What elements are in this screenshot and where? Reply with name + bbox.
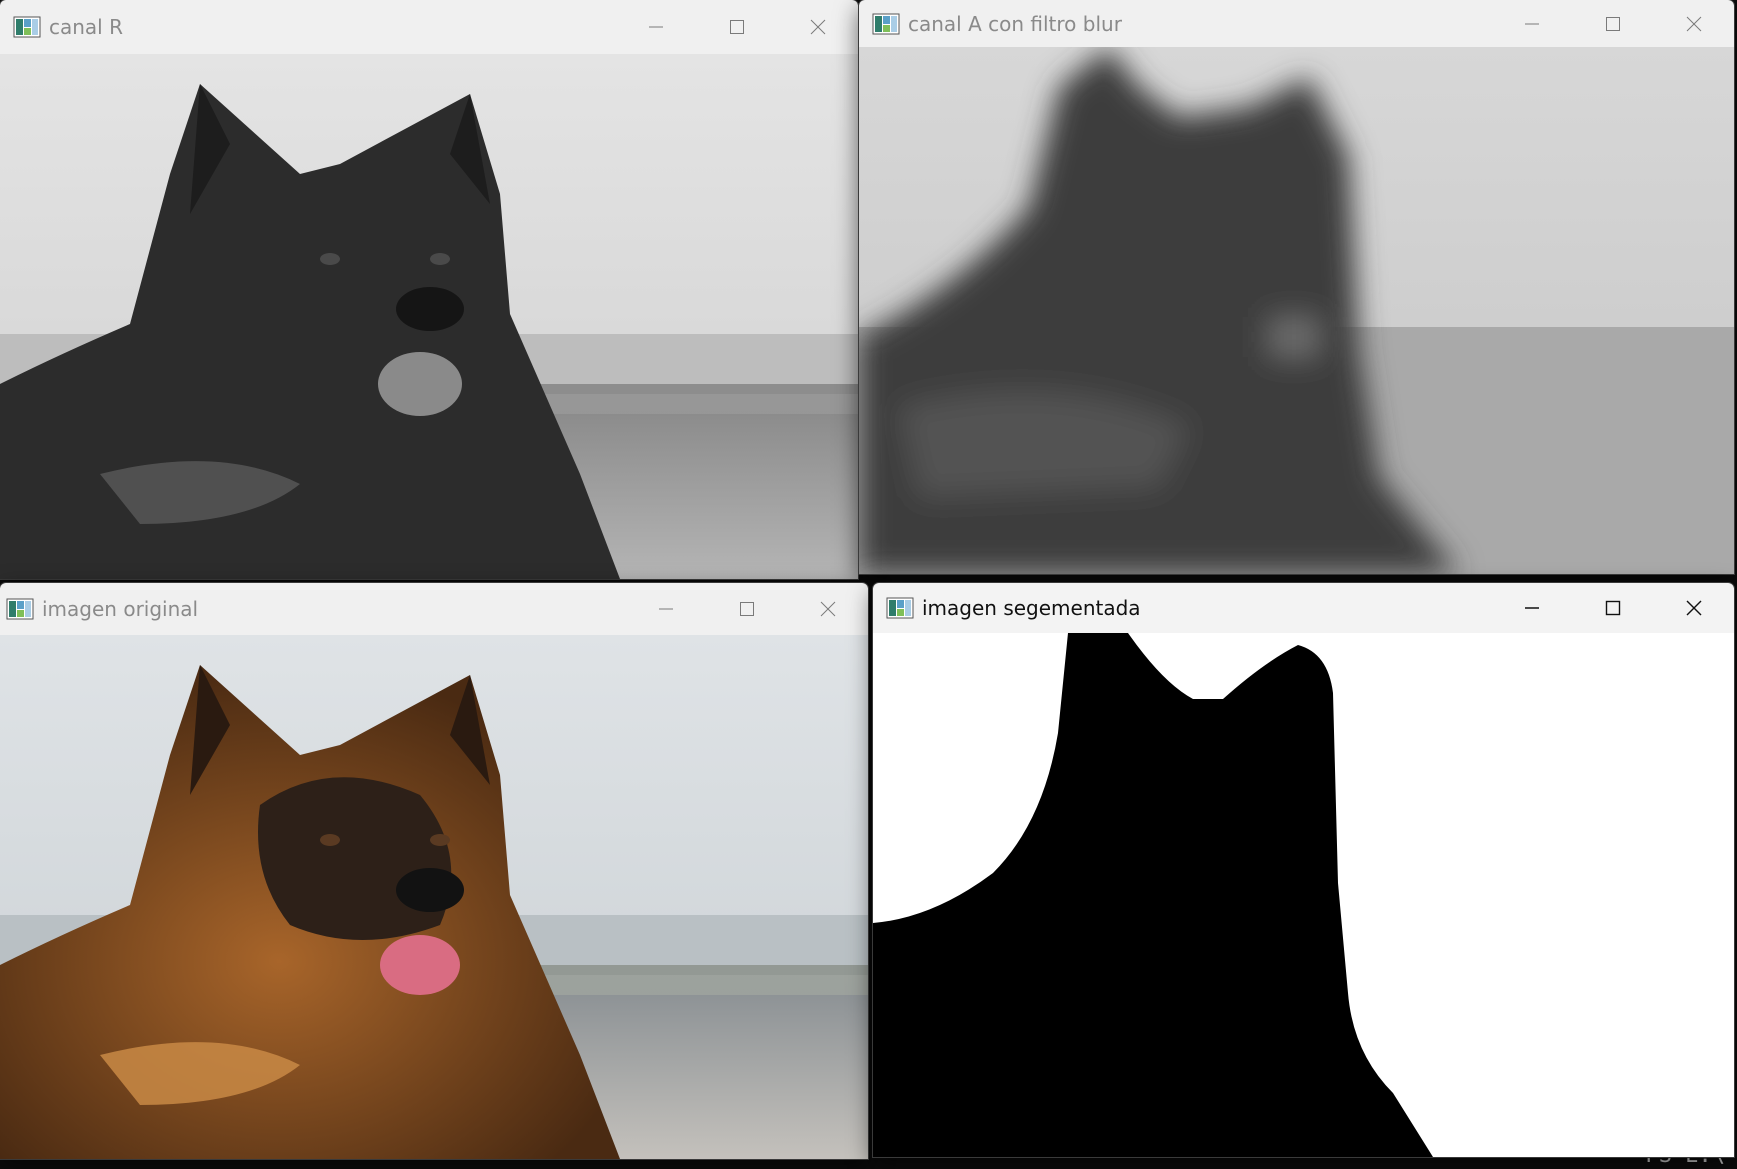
maximize-icon (1605, 16, 1620, 31)
maximize-icon (1605, 600, 1620, 616)
window-title: canal A con filtro blur (908, 11, 1122, 36)
minimize-icon (648, 26, 663, 28)
minimize-icon (1524, 23, 1539, 24)
grayscale-dog-image (0, 54, 858, 579)
window-imagen-segmentada[interactable]: imagen segementada (873, 583, 1734, 1157)
close-icon (810, 19, 825, 35)
image-canvas (0, 54, 858, 579)
window-imagen-original[interactable]: imagen original (0, 583, 868, 1159)
maximize-button[interactable] (1572, 0, 1653, 47)
close-icon (1686, 16, 1701, 31)
close-button[interactable] (777, 0, 858, 54)
app-icon (13, 16, 41, 38)
close-button[interactable] (787, 583, 868, 635)
image-canvas (873, 633, 1734, 1157)
app-icon (886, 597, 914, 619)
blurred-a-channel-image (859, 47, 1734, 574)
maximize-button[interactable] (696, 0, 777, 54)
minimize-icon (1524, 607, 1539, 609)
maximize-icon (739, 602, 754, 616)
app-icon (872, 13, 900, 34)
titlebar[interactable]: canal R (0, 0, 858, 54)
window-canal-r[interactable]: canal R (0, 0, 858, 579)
window-title: imagen segementada (922, 596, 1141, 620)
minimize-button[interactable] (625, 583, 706, 635)
titlebar[interactable]: canal A con filtro blur (859, 0, 1734, 47)
original-dog-photo (0, 635, 868, 1159)
close-icon (1686, 600, 1701, 616)
segmented-mask-image (873, 633, 1734, 1157)
minimize-button[interactable] (615, 0, 696, 54)
minimize-button[interactable] (1491, 583, 1572, 633)
close-button[interactable] (1653, 0, 1734, 47)
image-canvas (0, 635, 868, 1159)
close-button[interactable] (1653, 583, 1734, 633)
app-icon (6, 598, 34, 620)
maximize-button[interactable] (1572, 583, 1653, 633)
window-title: imagen original (42, 597, 199, 621)
maximize-button[interactable] (706, 583, 787, 635)
maximize-icon (729, 20, 744, 34)
minimize-icon (658, 608, 673, 610)
window-title: canal R (49, 15, 123, 39)
image-canvas (859, 47, 1734, 574)
minimize-button[interactable] (1491, 0, 1572, 47)
titlebar[interactable]: imagen segementada (873, 583, 1734, 633)
titlebar[interactable]: imagen original (0, 583, 868, 635)
window-canal-a-blur[interactable]: canal A con filtro blur (859, 0, 1734, 574)
close-icon (820, 601, 835, 617)
